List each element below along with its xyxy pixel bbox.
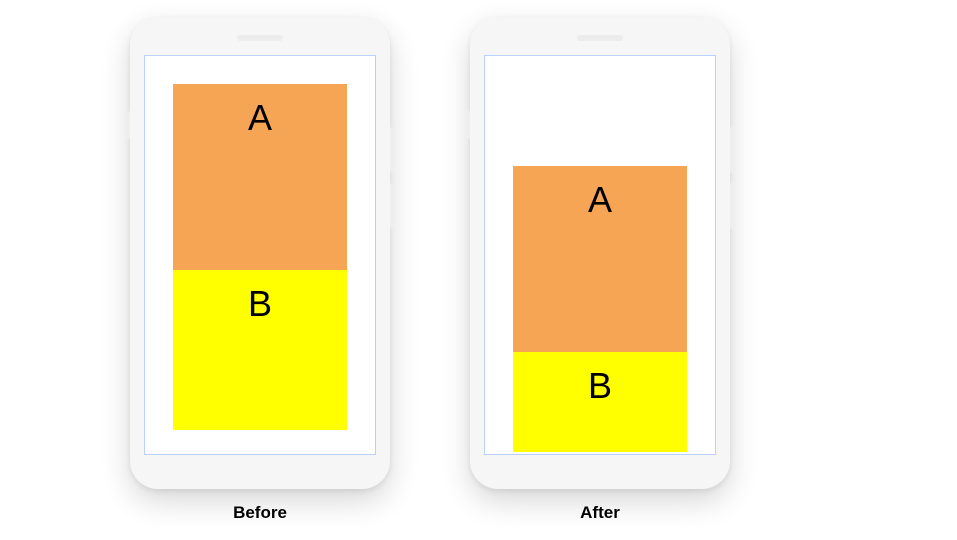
phone-before-group: A B Before xyxy=(130,17,390,523)
element-a-after: A xyxy=(513,166,687,352)
phone-side-button-icon xyxy=(390,127,394,173)
phone-screen-after: A B xyxy=(484,55,716,455)
diagram-stage: A B Before A B xyxy=(130,17,730,523)
phone-side-button-icon xyxy=(466,111,470,139)
phone-screen-before: A B xyxy=(144,55,376,455)
phone-side-button-icon xyxy=(390,183,394,229)
phone-frame-before: A B xyxy=(130,17,390,489)
phone-speaker-icon xyxy=(237,35,283,41)
element-b-label: B xyxy=(513,352,687,404)
phone-speaker-icon xyxy=(577,35,623,41)
element-b-after: B xyxy=(513,352,687,452)
caption-before: Before xyxy=(233,503,287,523)
element-a-before: A xyxy=(173,84,347,270)
phone-side-button-icon xyxy=(730,183,734,229)
phone-after-group: A B After xyxy=(470,17,730,523)
viewport-before: A B xyxy=(147,58,373,452)
phone-frame-after: A B xyxy=(470,17,730,489)
caption-after: After xyxy=(580,503,620,523)
phone-side-button-icon xyxy=(730,127,734,173)
element-a-label: A xyxy=(513,166,687,218)
element-b-label: B xyxy=(173,270,347,322)
phone-side-button-icon xyxy=(126,111,130,139)
element-a-label: A xyxy=(173,84,347,136)
element-b-before: B xyxy=(173,270,347,430)
viewport-after: A B xyxy=(487,58,713,452)
